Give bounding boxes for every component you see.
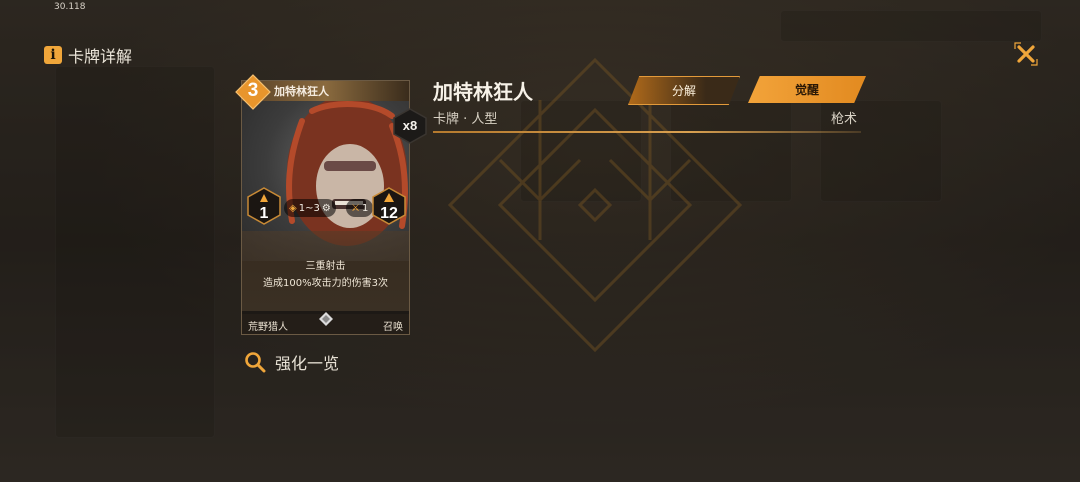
character-tag: 枪术 <box>831 112 858 127</box>
awaken-label: 觉醒 <box>794 83 819 97</box>
decompose-button[interactable]: 分解 <box>628 76 740 105</box>
awaken-button[interactable]: 觉醒 <box>748 76 866 103</box>
detail-divider <box>433 131 861 133</box>
dialog-title: 卡牌详解 <box>68 47 133 66</box>
sword-icon: ⚔ <box>351 202 360 214</box>
enhance-overview-label: 强化一览 <box>275 354 340 373</box>
modal-scrim <box>0 0 1080 482</box>
card-faction: 荒野猎人 <box>248 322 288 333</box>
card-name: 加特林狂人 <box>274 85 329 98</box>
skill-description: 造成100%攻击力的伤害3次 <box>263 278 388 289</box>
stat-range: ◈ 1~3 ⚙ <box>284 199 336 217</box>
skill-name: 三重射击 <box>305 261 346 272</box>
card-type: 召唤 <box>383 322 403 333</box>
card-stats: 1 ◈ 1~3 ⚙ ⚔ 1 12 <box>242 187 409 225</box>
stat-attack: 1 <box>247 187 281 225</box>
decompose-label: 分解 <box>671 84 696 98</box>
search-icon <box>245 352 266 373</box>
info-icon: i <box>44 46 62 64</box>
dialog-title-bar: i 卡牌详解 <box>44 43 132 67</box>
card-count-badge: x8 <box>392 108 428 144</box>
diamond-icon <box>319 312 333 326</box>
fps-counter: 30.118 <box>54 2 86 12</box>
enhance-overview-link[interactable]: 强化一览 <box>244 350 339 374</box>
close-icon[interactable] <box>1010 38 1042 70</box>
gear-icon: ⚙ <box>321 202 331 214</box>
card-cost-badge: 3 <box>235 74 271 110</box>
range-icon: ◈ <box>289 202 297 214</box>
character-subtitle: 卡牌 · 人型 <box>433 112 498 127</box>
stat-health: 12 <box>372 187 406 225</box>
stat-mid: ⚔ 1 <box>346 199 374 217</box>
character-name: 加特林狂人 <box>433 80 533 104</box>
card-preview[interactable]: 加特林狂人 1 ◈ 1~3 ⚙ ⚔ 1 12 三重射击 造成100%攻击力的伤害… <box>241 80 410 335</box>
